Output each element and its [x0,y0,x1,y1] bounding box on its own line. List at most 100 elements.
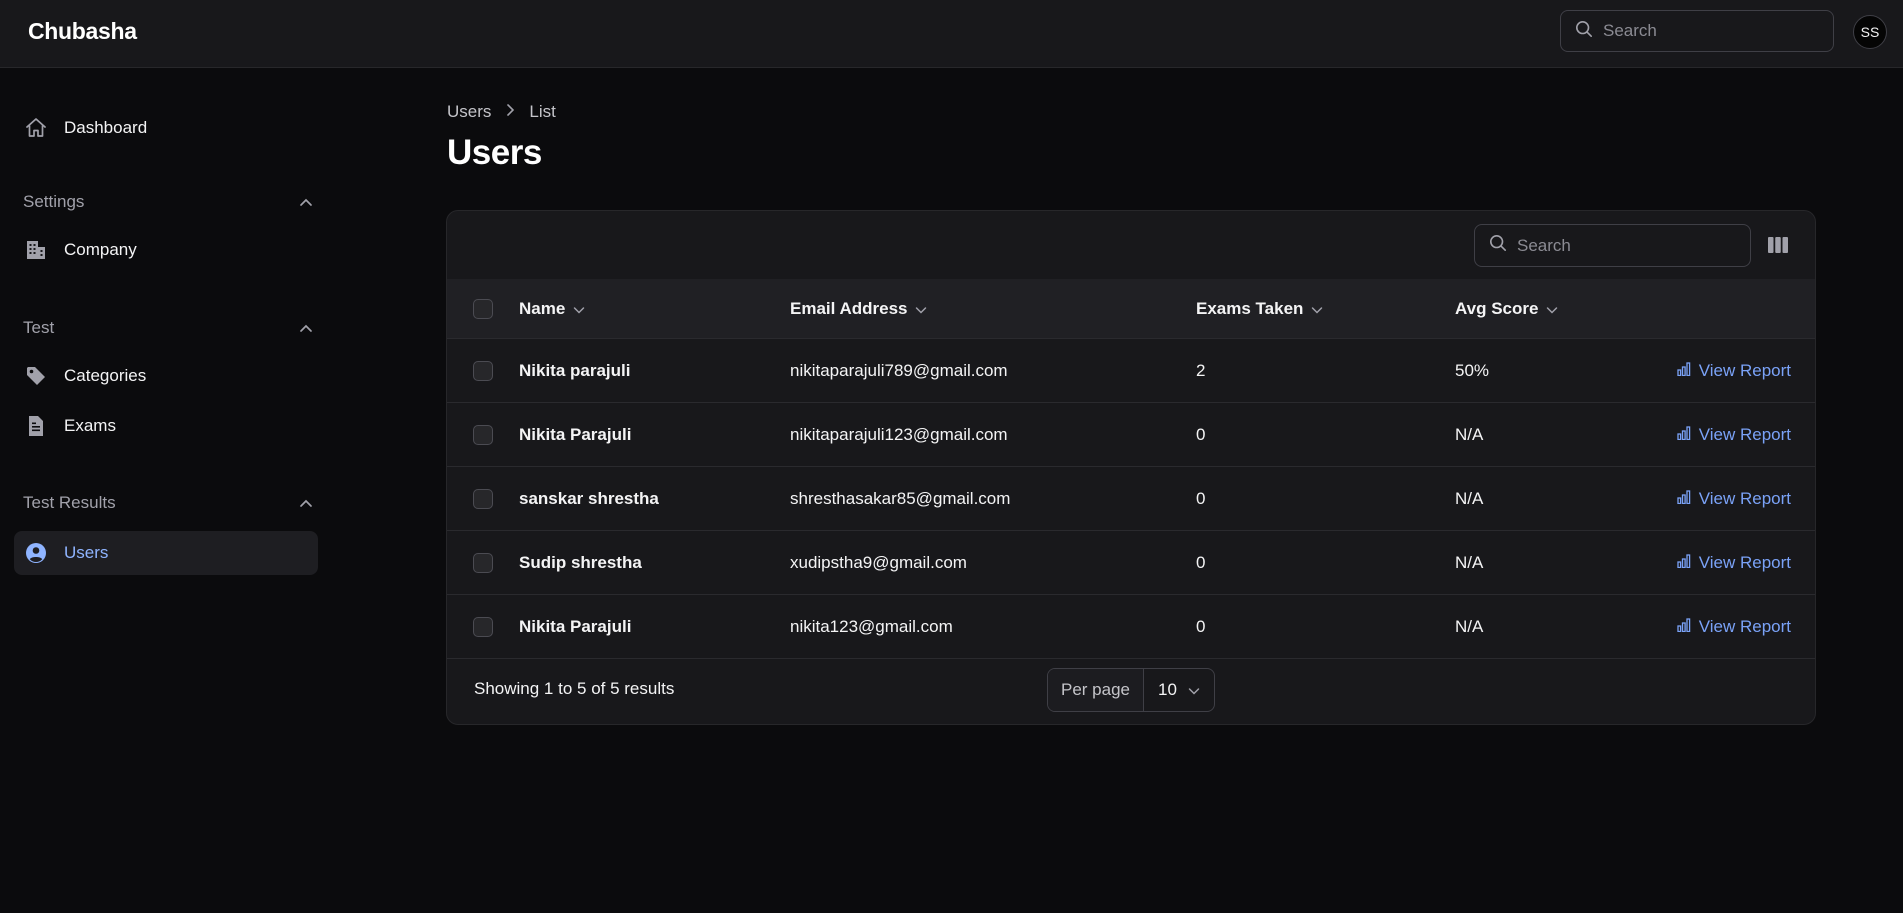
chevron-right-icon [505,102,515,122]
group-settings-toggle[interactable]: Settings [23,190,313,214]
cell-name: Sudip shrestha [519,553,642,572]
chevron-down-icon [1546,299,1558,319]
pagination-summary: Showing 1 to 5 of 5 results [474,679,675,698]
bar-chart-icon [1677,617,1693,637]
table-row[interactable]: Nikita Parajuli nikita123@gmail.com 0 N/… [447,595,1815,659]
view-report-label: View Report [1698,553,1791,572]
breadcrumb-parent[interactable]: Users [447,102,491,122]
global-search-input[interactable] [1603,21,1803,41]
cell-email: nikitaparajuli789@gmail.com [790,361,1008,380]
cell-name: Nikita Parajuli [519,425,632,444]
view-report-label: View Report [1698,425,1791,444]
sidebar-item-users[interactable]: Users [14,531,318,575]
select-all-checkbox[interactable] [473,299,493,319]
row-checkbox[interactable] [473,425,493,445]
user-avatar[interactable]: SS [1853,15,1887,49]
group-test-results-toggle[interactable]: Test Results [23,491,313,515]
group-label: Test [23,318,55,337]
cell-avg-score: N/A [1455,553,1484,572]
home-icon [24,116,48,140]
sidebar-item-label: Company [64,240,137,259]
cell-exams-taken: 0 [1196,425,1206,444]
row-checkbox[interactable] [473,489,493,509]
table-row[interactable]: Sudip shrestha xudipstha9@gmail.com 0 N/… [447,531,1815,595]
column-header-name[interactable]: Name [519,279,585,339]
breadcrumb: Users List [447,102,556,122]
sidebar-item-exams[interactable]: Exams [14,404,318,448]
cell-email: xudipstha9@gmail.com [790,553,967,572]
group-test-toggle[interactable]: Test [23,316,313,340]
global-search[interactable] [1560,10,1834,52]
chevron-up-icon [299,493,313,513]
view-report-link[interactable]: View Report [1677,467,1791,531]
cell-name: sanskar shrestha [519,489,659,508]
brand-logo[interactable]: Chubasha [28,18,137,45]
column-header-email[interactable]: Email Address [790,279,927,339]
table-row[interactable]: Nikita parajuli nikitaparajuli789@gmail.… [447,339,1815,403]
per-page-value: 10 [1158,680,1177,699]
group-label: Test Results [23,493,116,512]
row-checkbox[interactable] [473,617,493,637]
chevron-up-icon [299,318,313,338]
bar-chart-icon [1677,425,1693,445]
search-icon [1489,234,1507,257]
table-row[interactable]: Nikita Parajuli nikitaparajuli123@gmail.… [447,403,1815,467]
column-label: Name [519,299,566,318]
sidebar-item-company[interactable]: Company [14,228,318,272]
cell-exams-taken: 0 [1196,489,1206,508]
view-report-link[interactable]: View Report [1677,595,1791,659]
column-label: Email Address [790,299,908,318]
row-checkbox[interactable] [473,553,493,573]
sidebar-item-label: Users [64,543,109,562]
view-report-link[interactable]: View Report [1677,531,1791,595]
table-search[interactable] [1474,224,1751,267]
per-page-dropdown[interactable]: 10 [1144,669,1214,711]
cell-avg-score: N/A [1455,489,1484,508]
cell-exams-taken: 0 [1196,617,1206,636]
search-icon [1575,20,1593,43]
view-report-label: View Report [1698,617,1791,636]
breadcrumb-current: List [529,102,556,121]
group-label: Settings [23,192,85,211]
cell-name: Nikita Parajuli [519,617,632,636]
bar-chart-icon [1677,489,1693,509]
columns-toggle-icon[interactable] [1767,236,1789,254]
cell-avg-score: N/A [1455,617,1484,636]
user-circle-icon [24,541,48,565]
column-header-exams-taken[interactable]: Exams Taken [1196,279,1323,339]
users-table-card: Name Email Address Exams Taken Avg Score… [446,210,1816,725]
tag-icon [24,364,48,388]
cell-exams-taken: 0 [1196,553,1206,572]
page-title: Users [447,133,542,172]
table-header: Name Email Address Exams Taken Avg Score [447,279,1815,339]
chevron-down-icon [1188,680,1200,700]
sidebar-item-label: Exams [64,416,116,435]
cell-name: Nikita parajuli [519,361,631,380]
table-search-input[interactable] [1517,235,1717,256]
view-report-link[interactable]: View Report [1677,403,1791,467]
sidebar-item-dashboard[interactable]: Dashboard [14,106,318,150]
per-page-label: Per page [1048,669,1144,711]
document-icon [24,414,48,438]
cell-email: shresthasakar85@gmail.com [790,489,1011,508]
building-icon [24,238,48,262]
sidebar: Dashboard Settings Company Test Categori… [0,68,330,913]
sidebar-item-categories[interactable]: Categories [14,354,318,398]
view-report-label: View Report [1698,489,1791,508]
cell-avg-score: 50% [1455,361,1490,380]
row-checkbox[interactable] [473,361,493,381]
per-page-select[interactable]: Per page 10 [1047,668,1215,712]
sidebar-item-label: Dashboard [64,118,148,137]
table-row[interactable]: sanskar shrestha shresthasakar85@gmail.c… [447,467,1815,531]
column-header-avg-score[interactable]: Avg Score [1455,279,1558,339]
cell-email: nikitaparajuli123@gmail.com [790,425,1008,444]
cell-exams-taken: 2 [1196,361,1206,380]
cell-email: nikita123@gmail.com [790,617,953,636]
view-report-link[interactable]: View Report [1677,339,1791,403]
chevron-up-icon [299,192,313,212]
bar-chart-icon [1677,361,1693,381]
cell-avg-score: N/A [1455,425,1484,444]
column-label: Exams Taken [1196,299,1304,318]
column-label: Avg Score [1455,299,1539,318]
chevron-down-icon [1311,299,1323,319]
